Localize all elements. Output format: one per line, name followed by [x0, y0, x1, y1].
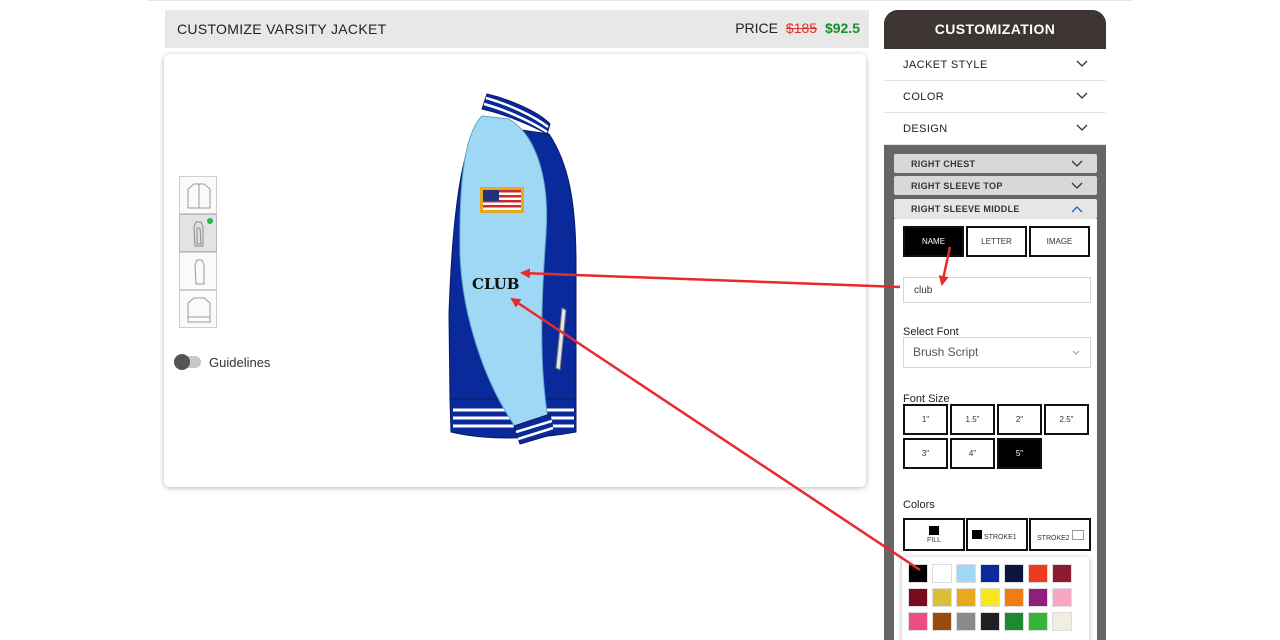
palette-swatch[interactable]: [1052, 588, 1072, 607]
design-right-chest[interactable]: RIGHT CHEST: [894, 154, 1097, 173]
tab-name[interactable]: NAME: [903, 226, 964, 257]
stroke1-swatch: [972, 530, 982, 539]
palette-swatch[interactable]: [908, 612, 928, 631]
sub-section-label: RIGHT SLEEVE MIDDLE: [911, 204, 1020, 214]
font-size-5[interactable]: 5": [997, 438, 1042, 469]
design-right-sleeve-middle[interactable]: RIGHT SLEEVE MIDDLE: [894, 199, 1097, 219]
section-color[interactable]: COLOR: [884, 81, 1106, 113]
page-title: CUSTOMIZE VARSITY JACKET: [177, 21, 387, 37]
palette-swatch[interactable]: [956, 612, 976, 631]
palette-swatch[interactable]: [956, 588, 976, 607]
chevron-down-icon: [1076, 92, 1088, 99]
font-size-4[interactable]: 4": [950, 438, 995, 469]
chevron-down-icon: [1072, 350, 1080, 355]
customization-panel: CUSTOMIZATION JACKET STYLE COLOR DESIGN …: [884, 10, 1106, 640]
font-size-2[interactable]: 2": [997, 404, 1042, 435]
tab-image[interactable]: IMAGE: [1029, 226, 1090, 257]
page-top-divider: [148, 0, 1133, 1]
palette-swatch[interactable]: [1004, 612, 1024, 631]
stroke1-label: STROKE1: [983, 534, 1017, 541]
price-label: PRICE: [735, 20, 779, 36]
content-type-tabs: NAME LETTER IMAGE: [903, 226, 1090, 257]
chevron-up-icon: [1071, 206, 1083, 213]
colors-label: Colors: [903, 499, 935, 511]
color-palette: [902, 557, 1089, 640]
price-original: $185: [785, 20, 818, 36]
palette-swatch[interactable]: [908, 564, 928, 583]
palette-swatch[interactable]: [1028, 564, 1048, 583]
stroke2-color-button[interactable]: STROKE2: [1029, 518, 1091, 551]
section-design[interactable]: DESIGN: [884, 113, 1106, 145]
sub-section-label: RIGHT CHEST: [911, 159, 976, 169]
section-jacket-style[interactable]: JACKET STYLE: [884, 49, 1106, 81]
jacket-preview-card: Guidelines CLUB: [164, 54, 866, 487]
panel-title: CUSTOMIZATION: [884, 10, 1106, 49]
chevron-down-icon: [1071, 160, 1083, 167]
chevron-down-icon: [1076, 124, 1088, 131]
font-size-1[interactable]: 1": [903, 404, 948, 435]
fill-swatch: [929, 526, 939, 535]
palette-swatch[interactable]: [908, 588, 928, 607]
font-size-2-5[interactable]: 2.5": [1044, 404, 1089, 435]
chevron-down-icon: [1071, 182, 1083, 189]
chevron-down-icon: [1076, 60, 1088, 67]
stroke1-color-button[interactable]: STROKE1: [966, 518, 1028, 551]
sleeve-middle-editor: NAME LETTER IMAGE Select Font Brush Scri…: [894, 219, 1097, 640]
price-discounted: $92.5: [824, 20, 860, 36]
palette-swatch[interactable]: [980, 612, 1000, 631]
palette-swatch[interactable]: [1004, 564, 1024, 583]
palette-swatch[interactable]: [1004, 588, 1024, 607]
sub-section-label: RIGHT SLEEVE TOP: [911, 181, 1003, 191]
tab-letter[interactable]: LETTER: [966, 226, 1027, 257]
palette-swatch[interactable]: [1052, 564, 1072, 583]
stroke2-label: STROKE2: [1037, 535, 1070, 542]
fill-color-button[interactable]: FILL: [903, 518, 965, 551]
section-label: COLOR: [903, 91, 945, 103]
section-label: JACKET STYLE: [903, 59, 988, 71]
font-select[interactable]: Brush Script: [903, 337, 1091, 368]
palette-swatch[interactable]: [932, 564, 952, 583]
jacket-side-illustration[interactable]: [164, 54, 866, 487]
palette-swatch[interactable]: [1052, 612, 1072, 631]
price-display: PRICE $185 $92.5: [735, 20, 860, 36]
palette-swatch[interactable]: [932, 612, 952, 631]
font-size-3[interactable]: 3": [903, 438, 948, 469]
font-size-1-5[interactable]: 1.5": [950, 404, 995, 435]
palette-swatch[interactable]: [956, 564, 976, 583]
fill-label: FILL: [926, 537, 941, 544]
palette-swatch[interactable]: [980, 564, 1000, 583]
palette-swatch[interactable]: [1028, 612, 1048, 631]
palette-swatch[interactable]: [932, 588, 952, 607]
palette-swatch[interactable]: [980, 588, 1000, 607]
palette-swatch[interactable]: [1028, 588, 1048, 607]
stroke2-swatch: [1071, 530, 1084, 540]
customizer-header: CUSTOMIZE VARSITY JACKET PRICE $185 $92.…: [165, 10, 869, 48]
design-right-sleeve-top[interactable]: RIGHT SLEEVE TOP: [894, 176, 1097, 195]
name-text-input[interactable]: [903, 277, 1091, 303]
jacket-name-text: CLUB: [472, 275, 520, 293]
section-label: DESIGN: [903, 123, 948, 135]
font-select-value: Brush Script: [913, 345, 979, 359]
